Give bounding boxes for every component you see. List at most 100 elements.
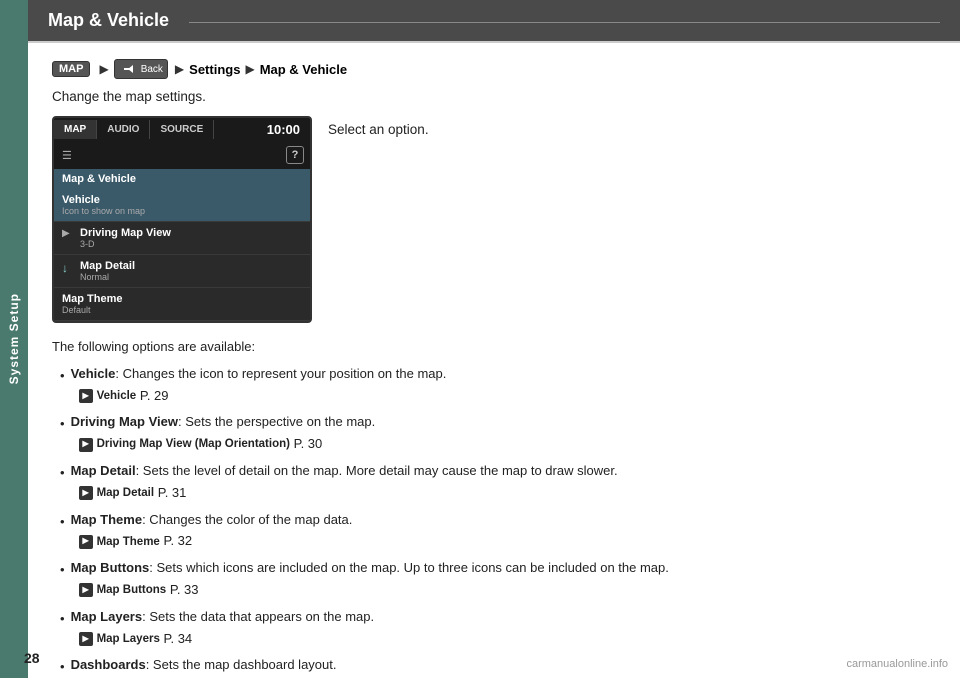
page-header: Map & Vehicle <box>28 0 960 43</box>
option-dashboards-title: Dashboards <box>71 657 146 672</box>
screen-item-driving-sub: 3-D <box>80 239 302 249</box>
intro-text: Change the map settings. <box>52 89 936 104</box>
screen-item-driving-title: Driving Map View <box>80 227 302 239</box>
ref-icon-detail: ▶ <box>79 486 93 500</box>
screen-item-vehicle-sub: Icon to show on map <box>62 206 302 216</box>
option-layers: • Map Layers: Sets the data that appears… <box>52 607 936 652</box>
screen-tab-audio[interactable]: AUDIO <box>97 120 150 139</box>
screen-tab-source[interactable]: SOURCE <box>150 120 214 139</box>
ref-icon-layers: ▶ <box>79 632 93 646</box>
ref-layers[interactable]: ▶ Map Layers P. 34 <box>79 629 936 650</box>
screen-menu-item-driving[interactable]: ▶ Driving Map View 3-D <box>54 222 310 255</box>
driving-chevron-icon: ▶ <box>62 228 76 239</box>
scroll-down-icon: ↓ <box>62 261 76 275</box>
breadcrumb: MAP ▶ Back ▶ Settings ▶ Map & Vehicle <box>52 59 936 79</box>
option-vehicle-title: Vehicle <box>71 366 116 381</box>
screen-item-theme-title: Map Theme <box>62 293 302 305</box>
sidebar: System Setup <box>0 0 28 678</box>
back-label: Back <box>141 64 163 75</box>
ref-vehicle[interactable]: ▶ Vehicle P. 29 <box>79 386 936 407</box>
main-content: Map & Vehicle MAP ▶ Back ▶ Settings ▶ Ma… <box>28 0 960 678</box>
option-layers-title: Map Layers <box>71 609 143 624</box>
ref-driving-page: P. 30 <box>294 434 323 455</box>
content-area: MAP ▶ Back ▶ Settings ▶ Map & Vehicle Ch… <box>28 43 960 678</box>
option-driving-title: Driving Map View <box>71 414 178 429</box>
screen-menu-item-theme[interactable]: Map Theme Default <box>54 288 310 321</box>
option-dashboards: • Dashboards: Sets the map dashboard lay… <box>52 655 936 678</box>
ref-layers-label: Map Layers <box>97 630 160 648</box>
breadcrumb-arrow-3: ▶ <box>245 62 254 76</box>
screen-item-detail-title: Map Detail <box>80 260 302 272</box>
screen-menu-item-detail[interactable]: ↓ Map Detail Normal <box>54 255 310 288</box>
page-title: Map & Vehicle <box>48 10 169 31</box>
ref-layers-page: P. 34 <box>163 629 192 650</box>
option-layers-text: : Sets the data that appears on the map. <box>142 609 374 624</box>
ref-detail-page: P. 31 <box>158 483 187 504</box>
breadcrumb-arrow-2: ▶ <box>175 62 184 76</box>
screen-menu-header: Map & Vehicle <box>54 169 310 189</box>
watermark: carmanualonline.info <box>846 658 948 670</box>
ref-icon-theme: ▶ <box>79 535 93 549</box>
option-detail-text: : Sets the level of detail on the map. M… <box>136 463 618 478</box>
bullet-layers: • <box>60 609 65 630</box>
bullet-theme: • <box>60 512 65 533</box>
options-list: The following options are available: • V… <box>52 337 936 678</box>
ref-vehicle-page: P. 29 <box>140 386 169 407</box>
ref-detail-label: Map Detail <box>97 484 155 502</box>
breadcrumb-home: MAP <box>52 61 94 77</box>
screen-item-detail-sub: Normal <box>80 272 302 282</box>
option-detail-title: Map Detail <box>71 463 136 478</box>
ref-vehicle-label: Vehicle <box>97 387 137 405</box>
option-theme-text: : Changes the color of the map data. <box>142 512 352 527</box>
options-intro: The following options are available: <box>52 337 936 358</box>
breadcrumb-arrow-1: ▶ <box>99 62 108 76</box>
back-icon <box>119 61 139 77</box>
screen-menu-item-vehicle[interactable]: Vehicle Icon to show on map <box>54 189 310 222</box>
ref-icon-buttons: ▶ <box>79 583 93 597</box>
screen-menu-icon: ☰ <box>54 149 72 162</box>
option-driving: • Driving Map View: Sets the perspective… <box>52 412 936 457</box>
option-buttons-text: : Sets which icons are included on the m… <box>149 560 669 575</box>
screen-time: 10:00 <box>257 118 310 141</box>
ref-driving[interactable]: ▶ Driving Map View (Map Orientation) P. … <box>79 434 936 455</box>
option-buttons: • Map Buttons: Sets which icons are incl… <box>52 558 936 603</box>
ref-driving-label: Driving Map View (Map Orientation) <box>97 435 290 453</box>
map-button[interactable]: MAP <box>52 61 90 77</box>
bullet-driving: • <box>60 414 65 435</box>
option-dashboards-text: : Sets the map dashboard layout. <box>146 657 337 672</box>
screen-tab-map[interactable]: MAP <box>54 120 97 139</box>
breadcrumb-step1: Settings <box>189 62 240 77</box>
select-option-text: Select an option. <box>328 116 429 323</box>
bullet-vehicle: • <box>60 366 65 387</box>
option-buttons-title: Map Buttons <box>71 560 150 575</box>
option-vehicle: • Vehicle: Changes the icon to represent… <box>52 364 936 409</box>
sidebar-label: System Setup <box>7 293 21 384</box>
ref-buttons-label: Map Buttons <box>97 581 167 599</box>
ref-theme-label: Map Theme <box>97 533 160 551</box>
screen-help-button[interactable]: ? <box>286 146 304 164</box>
screen-mockup: MAP AUDIO SOURCE 10:00 ☰ ? Map & Vehicle… <box>52 116 312 323</box>
two-column-layout: MAP AUDIO SOURCE 10:00 ☰ ? Map & Vehicle… <box>52 116 936 323</box>
header-divider <box>189 22 940 23</box>
option-theme-title: Map Theme <box>71 512 143 527</box>
option-driving-text: : Sets the perspective on the map. <box>178 414 375 429</box>
ref-buttons[interactable]: ▶ Map Buttons P. 33 <box>79 580 936 601</box>
option-detail: • Map Detail: Sets the level of detail o… <box>52 461 936 506</box>
breadcrumb-step2: Map & Vehicle <box>260 62 347 77</box>
ref-icon-vehicle: ▶ <box>79 389 93 403</box>
page-number: 28 <box>24 650 40 666</box>
ref-theme-page: P. 32 <box>163 531 192 552</box>
option-vehicle-text: : Changes the icon to represent your pos… <box>115 366 446 381</box>
bullet-detail: • <box>60 463 65 484</box>
ref-theme[interactable]: ▶ Map Theme P. 32 <box>79 531 936 552</box>
bullet-buttons: • <box>60 560 65 581</box>
bullet-dashboards: • <box>60 657 65 678</box>
option-theme: • Map Theme: Changes the color of the ma… <box>52 510 936 555</box>
screen-tabs-row: MAP AUDIO SOURCE 10:00 <box>54 118 310 141</box>
screen-item-vehicle-title: Vehicle <box>62 194 302 206</box>
screen-item-theme-sub: Default <box>62 305 302 315</box>
ref-buttons-page: P. 33 <box>170 580 199 601</box>
back-button[interactable]: Back <box>114 59 168 79</box>
ref-icon-driving: ▶ <box>79 438 93 452</box>
ref-detail[interactable]: ▶ Map Detail P. 31 <box>79 483 936 504</box>
